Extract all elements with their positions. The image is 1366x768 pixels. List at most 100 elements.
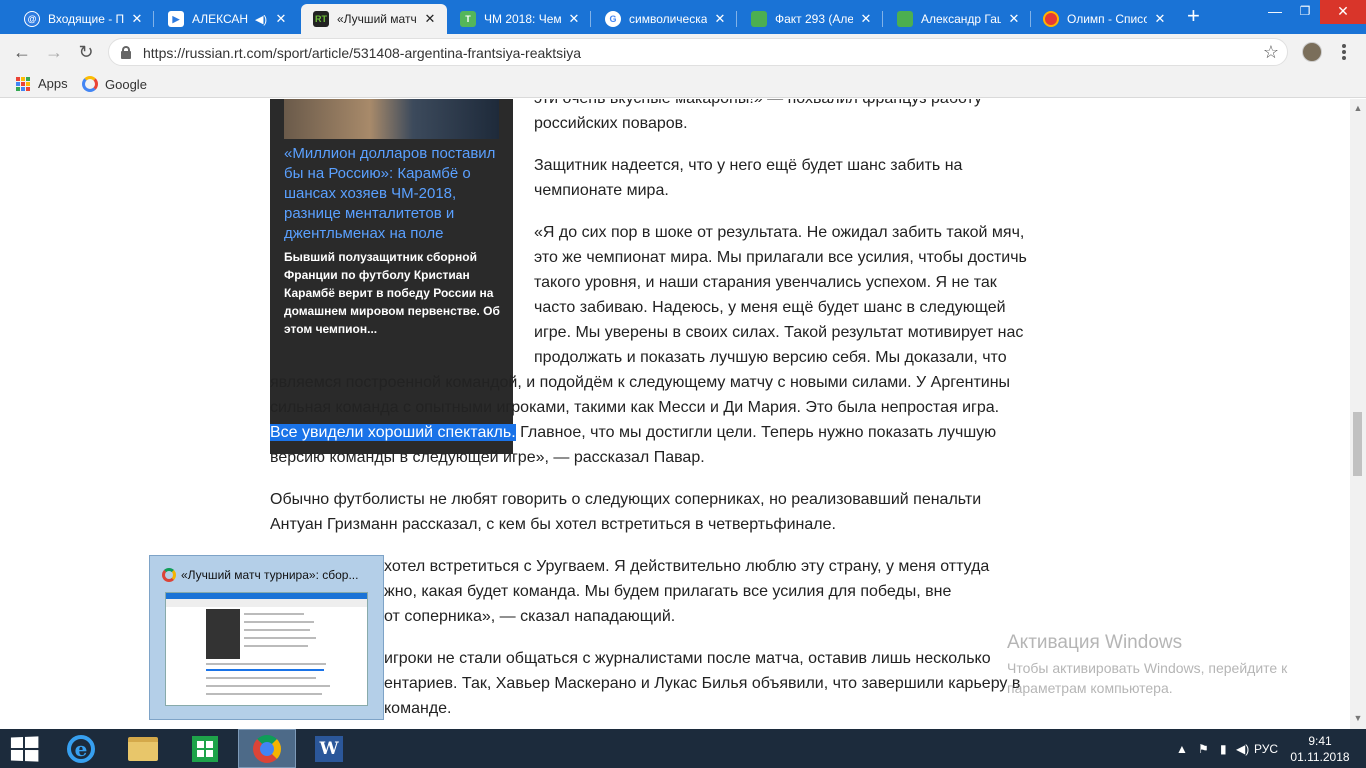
reload-icon[interactable]: ↻ (76, 42, 96, 62)
folder-icon (128, 736, 158, 761)
article-line: российских поваров. (534, 115, 688, 132)
close-tab-icon[interactable]: ✕ (713, 11, 727, 27)
olimp-icon (1043, 11, 1059, 27)
tab-aleksandr-gats[interactable]: Александр Гац ✕ (885, 4, 1031, 34)
google-icon: G (605, 11, 621, 27)
preview-screenshot[interactable] (165, 592, 368, 706)
language-indicator[interactable]: РУС (1254, 729, 1278, 768)
address-bar[interactable]: https://russian.rt.com/sport/article/531… (108, 38, 1288, 66)
bookmark-google[interactable]: Google (82, 76, 147, 92)
profile-avatar[interactable] (1302, 42, 1322, 62)
article-line: ентариев. Так, Хавьер Маскерано и Лукас … (384, 675, 1021, 692)
taskbar-chrome[interactable] (238, 729, 296, 768)
menu-dots-icon[interactable] (1334, 42, 1354, 62)
word-icon: W (315, 735, 343, 762)
minimize-icon[interactable]: — (1260, 0, 1290, 24)
bookmark-apps[interactable]: Apps (16, 76, 68, 91)
flag-icon[interactable]: ⚑ (1198, 729, 1209, 768)
article-line: сильная команда с опытными игроками, так… (270, 399, 1000, 416)
article-line-rest: Главное, что мы достигли цели. Теперь ну… (515, 424, 997, 441)
article-line: команде. (384, 700, 452, 717)
tab-title: АЛЕКСАНД (192, 12, 248, 26)
close-tab-icon[interactable]: ✕ (1007, 11, 1021, 27)
taskbar-clock[interactable]: 9:41 01.11.2018 (1290, 733, 1350, 765)
scroll-thumb[interactable] (1353, 412, 1362, 476)
article-line: жно, какая будет команда. Мы будем прила… (384, 583, 952, 600)
tab-aleksandr[interactable]: ▶ АЛЕКСАНД ◀) ✕ (156, 4, 298, 34)
selected-text[interactable]: Все увидели хороший спектакль. (270, 424, 516, 441)
scroll-up-icon[interactable]: ▲ (1353, 103, 1363, 113)
article-line: игроки не стали общаться с журналистами … (384, 650, 991, 667)
tab-fact-293[interactable]: Факт 293 (Але ✕ (739, 4, 883, 34)
article-line: эти очень вкусные макароны!» — похвалил … (534, 99, 982, 111)
article-line: являемся построенной командой, и подойдё… (270, 374, 1011, 391)
close-tab-icon[interactable]: ✕ (1153, 11, 1167, 27)
tab-title: символическая (629, 12, 707, 26)
chrome-icon (253, 734, 281, 763)
tab-google-search[interactable]: G символическая ✕ (593, 4, 737, 34)
article-line: Защитник надеется, что у него ещё будет … (534, 157, 963, 174)
watermark-line: параметрам компьютера. (1007, 680, 1173, 696)
article-line: Обычно футболисты не любят говорить о сл… (270, 491, 982, 508)
watermark-title: Активация Windows (1007, 632, 1183, 653)
related-article-teaser: Бывший полузащитник сборной Франции по ф… (284, 250, 500, 336)
article-line: часто забиваю. Надеюсь, у меня ещё будет… (534, 299, 1006, 316)
volume-icon[interactable]: ◀) (1236, 729, 1249, 768)
internet-explorer-icon: e (67, 734, 95, 763)
tab-rt-article[interactable]: RT «Лучший матч ✕ (301, 4, 447, 34)
preview-title: «Лучший матч турнира»: сбор... (181, 568, 359, 582)
tray-overflow-icon[interactable]: ▲ (1176, 729, 1188, 768)
article-line: хотел встретиться с Уругваем. Я действит… (384, 558, 990, 575)
tab-strip: @ Входящие - По ✕ ▶ АЛЕКСАНД ◀) ✕ RT «Лу… (0, 0, 1366, 34)
forward-arrow-icon[interactable]: → (44, 42, 64, 62)
restore-icon[interactable]: ❐ (1290, 0, 1320, 24)
activation-watermark: Активация Windows Чтобы активировать Win… (1007, 632, 1287, 698)
vertical-scrollbar[interactable]: ▲ ▼ (1350, 99, 1366, 729)
close-tab-icon[interactable]: ✕ (859, 11, 873, 27)
apps-grid-icon (16, 76, 30, 91)
clock-time: 9:41 (1308, 734, 1332, 748)
close-tab-icon[interactable]: ✕ (274, 11, 288, 27)
taskbar-word[interactable]: W (300, 729, 358, 768)
new-tab-button[interactable]: + (1187, 5, 1200, 27)
tab-inbox[interactable]: @ Входящие - По ✕ (12, 4, 154, 34)
tab-title: Входящие - По (48, 12, 124, 26)
article-thumbnail[interactable] (284, 99, 499, 139)
tab-olimp[interactable]: Олимп - Списо ✕ (1031, 4, 1177, 34)
article-line: версию команды в следующей игре», — расс… (270, 449, 705, 466)
start-button[interactable] (0, 729, 50, 768)
bookmark-star-icon[interactable]: ☆ (1263, 42, 1279, 63)
terminal-icon: T (460, 11, 476, 27)
article-line: продолжать и показать лучшую версию себя… (534, 349, 1007, 366)
clock-date: 01.11.2018 (1290, 750, 1350, 764)
article-line: это же чемпионат мира. Мы прилагали все … (534, 249, 1027, 266)
close-window-icon[interactable]: ✕ (1320, 0, 1366, 24)
lock-icon (121, 46, 131, 59)
tab-title: Факт 293 (Але (775, 12, 853, 26)
mail-at-icon: @ (24, 11, 40, 27)
tab-title: «Лучший матч (337, 12, 417, 26)
bookmarks-bar: Apps Google (0, 70, 1366, 98)
taskbar-internet-explorer[interactable]: e (52, 729, 110, 768)
green-square-icon (897, 11, 913, 27)
close-tab-icon[interactable]: ✕ (130, 11, 144, 27)
related-article-title[interactable]: «Миллион долларов поставил бы на Россию»… (284, 144, 502, 244)
google-icon (82, 76, 98, 92)
article-line: от соперника», — сказал нападающий. (384, 608, 676, 625)
url-text[interactable]: https://russian.rt.com/sport/article/531… (143, 45, 581, 61)
tab-title: Олимп - Списо (1067, 12, 1147, 26)
back-arrow-icon[interactable]: ← (12, 42, 32, 62)
network-icon[interactable]: ▮ (1220, 729, 1227, 768)
store-icon (192, 735, 218, 762)
scroll-down-icon[interactable]: ▼ (1353, 713, 1363, 723)
taskbar-store[interactable] (176, 729, 234, 768)
taskbar-thumbnail-preview[interactable]: «Лучший матч турнира»: сбор... (149, 555, 384, 720)
article-line: «Я до сих пор в шоке от результата. Не о… (534, 224, 1025, 241)
tab-wc2018[interactable]: T ЧМ 2018: Чемп ✕ (448, 4, 591, 34)
audio-icon[interactable]: ◀) (254, 13, 268, 26)
rt-logo-icon: RT (313, 11, 329, 27)
taskbar-file-explorer[interactable] (114, 729, 172, 768)
close-tab-icon[interactable]: ✕ (567, 11, 581, 27)
close-tab-icon[interactable]: ✕ (423, 11, 437, 27)
windows-logo-icon (10, 736, 39, 762)
